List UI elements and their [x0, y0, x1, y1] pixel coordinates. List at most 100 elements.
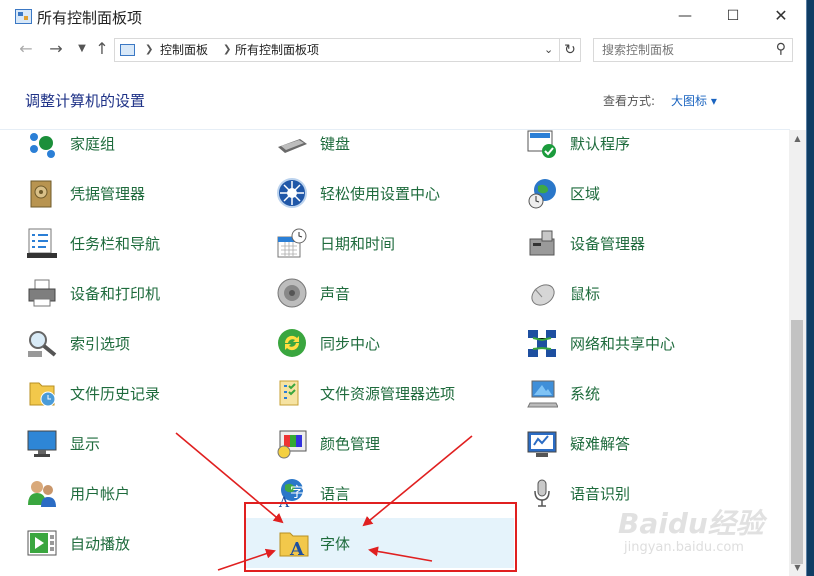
- item-label: 文件资源管理器选项: [320, 385, 456, 403]
- watermark-sub: jingyan.baidu.com: [624, 540, 744, 555]
- view-by-label: 查看方式:: [603, 94, 656, 108]
- default-programs-icon: [526, 127, 558, 159]
- fonts-icon: A: [278, 528, 310, 560]
- item-taskbar-navigation[interactable]: 任务栏和导航: [26, 223, 246, 263]
- up-arrow-icon[interactable]: ↑: [92, 39, 112, 59]
- view-by-dropdown[interactable]: 大图标 ▾: [671, 92, 717, 109]
- item-homegroup[interactable]: 家庭组: [26, 123, 246, 163]
- item-mouse[interactable]: 鼠标: [526, 273, 746, 313]
- search-box[interactable]: ⚲: [593, 38, 793, 62]
- control-panel-window: 所有控制面板项 — ☐ ✕ ← → ▼ ↑ ❯ 控制面板 ❯ 所有控制面板项 ⌄…: [0, 0, 807, 576]
- item-sound[interactable]: 声音: [276, 273, 496, 313]
- address-dropdown-chevron-icon[interactable]: ⌄: [544, 39, 553, 61]
- folder-options-icon: [276, 377, 308, 409]
- item-label: 设备和打印机: [70, 285, 161, 303]
- item-label: 区域: [570, 185, 601, 203]
- item-device-manager[interactable]: 设备管理器: [526, 223, 746, 263]
- item-date-time[interactable]: 日期和时间: [276, 223, 496, 263]
- item-region[interactable]: 区域: [526, 173, 746, 213]
- sync-icon: [276, 327, 308, 359]
- speaker-icon: [276, 277, 308, 309]
- baidu-watermark: Baidu经验 jingyan.baidu.com: [618, 502, 778, 562]
- network-icon: [526, 327, 558, 359]
- language-icon: A字: [276, 477, 308, 511]
- item-label: 疑难解答: [570, 435, 631, 453]
- search-input[interactable]: [594, 39, 772, 60]
- item-label: 索引选项: [70, 335, 131, 353]
- scroll-down-arrow-icon[interactable]: ▼: [789, 559, 806, 576]
- back-arrow-icon[interactable]: ←: [16, 39, 36, 59]
- item-label: 显示: [70, 435, 101, 453]
- troubleshooting-icon: [526, 427, 558, 459]
- item-keyboard[interactable]: 键盘: [276, 123, 496, 163]
- item-label: 颜色管理: [320, 435, 381, 453]
- breadcrumb-all-items[interactable]: 所有控制面板项: [235, 39, 319, 61]
- credential-manager-icon: [26, 177, 58, 209]
- item-troubleshooting[interactable]: 疑难解答: [526, 423, 746, 463]
- item-label: 字体: [320, 535, 351, 553]
- close-button[interactable]: ✕: [758, 3, 804, 29]
- device-manager-icon: [526, 227, 558, 259]
- page-title: 调整计算机的设置: [25, 92, 146, 110]
- keyboard-icon: [276, 127, 308, 159]
- item-label: 家庭组: [70, 135, 116, 153]
- vertical-scrollbar[interactable]: ▲ ▼: [789, 130, 806, 576]
- user-accounts-icon: [26, 477, 58, 509]
- scroll-up-arrow-icon[interactable]: ▲: [789, 130, 806, 147]
- item-label: 网络和共享中心: [570, 335, 676, 353]
- watermark-main: Baidu经验: [618, 507, 764, 540]
- item-ease-of-access[interactable]: 轻松使用设置中心: [276, 173, 496, 213]
- printer-icon: [26, 277, 58, 309]
- search-icon[interactable]: ⚲: [776, 41, 786, 57]
- navigation-bar: ← → ▼ ↑ ❯ 控制面板 ❯ 所有控制面板项 ⌄ ↻ ⚲: [0, 35, 806, 65]
- taskbar-icon: [26, 227, 58, 259]
- item-color-management[interactable]: 颜色管理: [276, 423, 496, 463]
- forward-arrow-icon[interactable]: →: [46, 39, 66, 59]
- ease-of-access-icon: [276, 177, 308, 209]
- item-sync-center[interactable]: 同步中心: [276, 323, 496, 363]
- item-autoplay[interactable]: 自动播放: [26, 523, 246, 563]
- scrollbar-thumb[interactable]: [791, 320, 803, 564]
- breadcrumb-control-panel[interactable]: 控制面板: [160, 39, 208, 61]
- item-user-accounts[interactable]: 用户帐户: [26, 473, 246, 513]
- date-time-icon: [276, 227, 308, 259]
- item-file-explorer-options[interactable]: 文件资源管理器选项: [276, 373, 496, 413]
- item-system[interactable]: 系统: [526, 373, 746, 413]
- item-label: 语音识别: [570, 485, 631, 503]
- maximize-button[interactable]: ☐: [710, 3, 756, 29]
- item-label: 语言: [320, 485, 351, 503]
- recent-locations-chevron-icon[interactable]: ▼: [72, 39, 92, 59]
- content-header: 调整计算机的设置 查看方式: 大图标 ▾: [0, 80, 790, 128]
- item-language[interactable]: A字 语言: [276, 473, 496, 513]
- item-display[interactable]: 显示: [26, 423, 246, 463]
- item-default-programs[interactable]: 默认程序: [526, 123, 746, 163]
- item-indexing-options[interactable]: 索引选项: [26, 323, 246, 363]
- item-label: 任务栏和导航: [70, 235, 161, 253]
- svg-text:字: 字: [290, 485, 304, 501]
- breadcrumb-separator-icon[interactable]: ❯: [223, 39, 231, 61]
- item-file-history[interactable]: 文件历史记录: [26, 373, 246, 413]
- window-title: 所有控制面板项: [37, 9, 143, 27]
- item-label: 自动播放: [70, 535, 131, 553]
- item-network-sharing[interactable]: 网络和共享中心: [526, 323, 746, 363]
- title-bar: 所有控制面板项 — ☐ ✕: [0, 0, 806, 33]
- address-bar[interactable]: ❯ 控制面板 ❯ 所有控制面板项 ⌄: [114, 38, 560, 62]
- breadcrumb-separator-icon: ❯: [145, 44, 154, 55]
- refresh-button[interactable]: ↻: [560, 38, 581, 62]
- item-fonts[interactable]: A 字体: [246, 518, 514, 568]
- svg-text:A: A: [289, 539, 305, 560]
- item-label: 声音: [320, 285, 351, 303]
- item-label: 鼠标: [570, 285, 601, 303]
- display-icon: [26, 427, 58, 459]
- homegroup-icon: [26, 127, 58, 159]
- item-label: 设备管理器: [570, 235, 646, 253]
- region-icon: [526, 177, 558, 209]
- item-label: 日期和时间: [320, 235, 396, 253]
- mouse-icon: [526, 277, 558, 309]
- autoplay-icon: [26, 527, 58, 559]
- item-credential-manager[interactable]: 凭据管理器: [26, 173, 246, 213]
- system-icon: [526, 377, 559, 409]
- control-panel-icon: [15, 9, 32, 24]
- minimize-button[interactable]: —: [662, 3, 708, 29]
- item-devices-printers[interactable]: 设备和打印机: [26, 273, 246, 313]
